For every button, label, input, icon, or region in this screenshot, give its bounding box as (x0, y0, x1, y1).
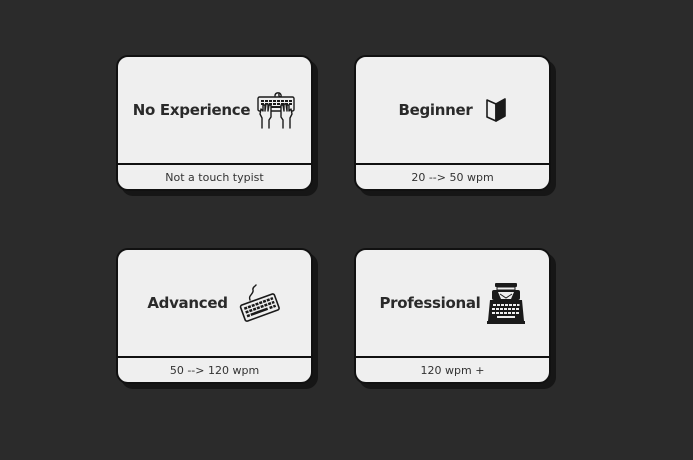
level-card-professional[interactable]: Professional 120 wpm + (354, 248, 551, 384)
keyboard-icon (238, 284, 282, 322)
card-header: Professional (356, 250, 549, 356)
card-subtitle: 50 --> 120 wpm (169, 364, 260, 377)
level-card-beginner[interactable]: Beginner 20 --> 50 wpm (354, 55, 551, 191)
typewriter-icon (486, 281, 526, 325)
card-header: Beginner (356, 57, 549, 163)
card-subtitle: 20 --> 50 wpm (411, 171, 494, 184)
open-book-icon (485, 97, 507, 123)
card-title: Professional (379, 294, 481, 312)
level-card-advanced[interactable]: Advanced 50 --> 120 wpm (116, 248, 313, 384)
card-header: Advanced (118, 250, 311, 356)
card-header: No Experience (118, 57, 311, 163)
level-card-no-experience[interactable]: No Experience Not a touch typist (116, 55, 313, 191)
card-title: Advanced (147, 294, 228, 312)
hands-on-keyboard-icon (256, 90, 296, 130)
card-subtitle: Not a touch typist (165, 171, 264, 184)
card-subtitle: 120 wpm + (420, 364, 485, 377)
card-title: No Experience (132, 101, 251, 119)
card-title: Beginner (398, 101, 473, 119)
